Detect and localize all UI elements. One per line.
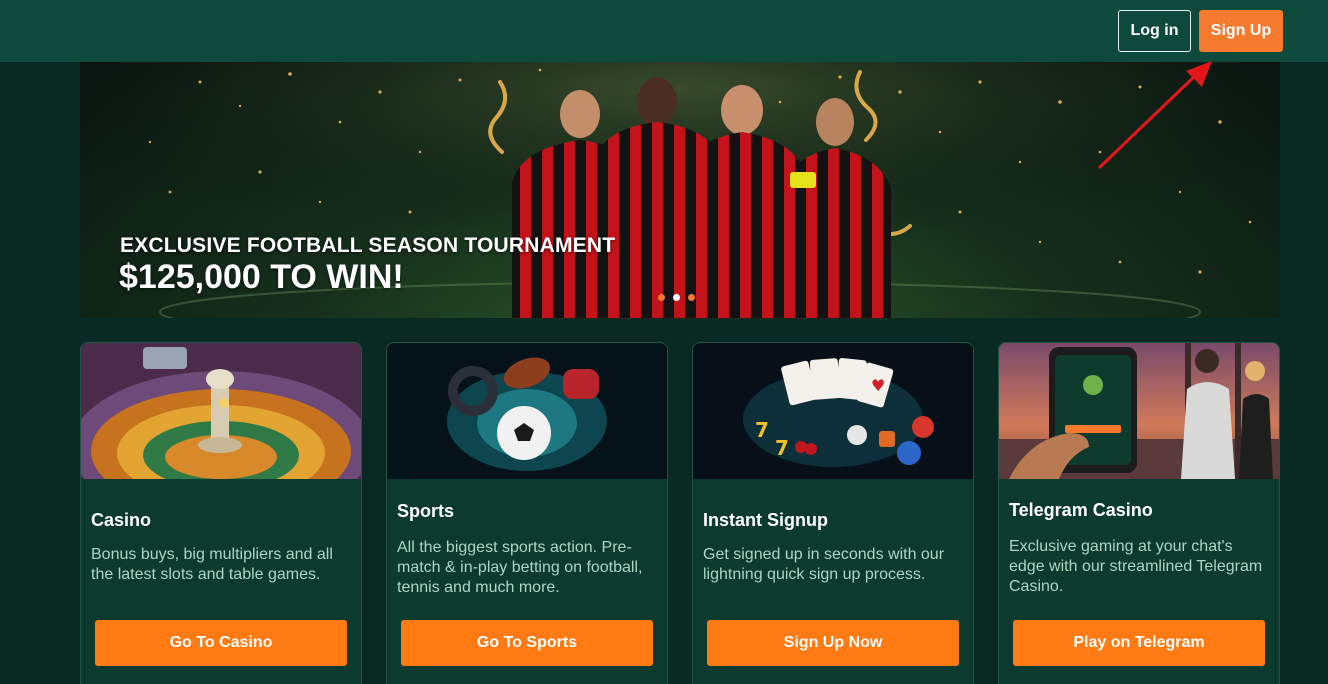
carousel-dot[interactable]: [658, 294, 665, 301]
svg-text:♥: ♥: [871, 376, 885, 395]
card-description: All the biggest sports action. Pre-match…: [397, 539, 643, 596]
telegram-casino-card: Telegram Casino Exclusive gaming at your…: [998, 342, 1280, 684]
signup-button[interactable]: Sign Up: [1199, 10, 1283, 52]
casino-roulette-image: [81, 343, 361, 479]
phone-in-hand-image: [999, 343, 1279, 479]
card-description: Exclusive gaming at your chat's edge wit…: [1009, 538, 1263, 595]
go-to-sports-button[interactable]: Go To Sports: [401, 620, 653, 666]
carousel-dot[interactable]: [688, 294, 695, 301]
card-title: Casino: [91, 510, 152, 530]
banner-headline: EXCLUSIVE FOOTBALL SEASON TOURNAMENT: [120, 234, 616, 257]
card-title: Telegram Casino: [1009, 500, 1153, 520]
banner-prize-text: $125,000 TO WIN!: [119, 258, 404, 296]
card-title: Instant Signup: [703, 510, 828, 530]
sports-card: Sports All the biggest sports action. Pr…: [386, 342, 668, 684]
play-on-telegram-button[interactable]: Play on Telegram: [1013, 620, 1265, 666]
card-title: Sports: [397, 501, 455, 521]
annotation-arrow: [1098, 61, 1212, 169]
sign-up-now-button[interactable]: Sign Up Now: [707, 620, 959, 666]
login-button[interactable]: Log in: [1118, 10, 1191, 52]
svg-text:7: 7: [775, 436, 789, 460]
card-description: Get signed up in seconds with our lightn…: [703, 546, 945, 583]
sports-balls-image: [387, 343, 667, 479]
carousel-dot-active[interactable]: [673, 294, 680, 301]
svg-text:7: 7: [755, 418, 769, 442]
card-description: Bonus buys, big multipliers and all the …: [91, 546, 333, 583]
instant-signup-card: ♥ 7 7 Instant Signup Get signed up in se…: [692, 342, 974, 684]
go-to-casino-button[interactable]: Go To Casino: [95, 620, 347, 666]
cards-and-chips-image: ♥ 7 7: [693, 343, 973, 479]
carousel-dots: [658, 294, 695, 301]
casino-card: Casino Bonus buys, big multipliers and a…: [80, 342, 362, 684]
top-navbar: Log in Sign Up: [0, 0, 1328, 62]
